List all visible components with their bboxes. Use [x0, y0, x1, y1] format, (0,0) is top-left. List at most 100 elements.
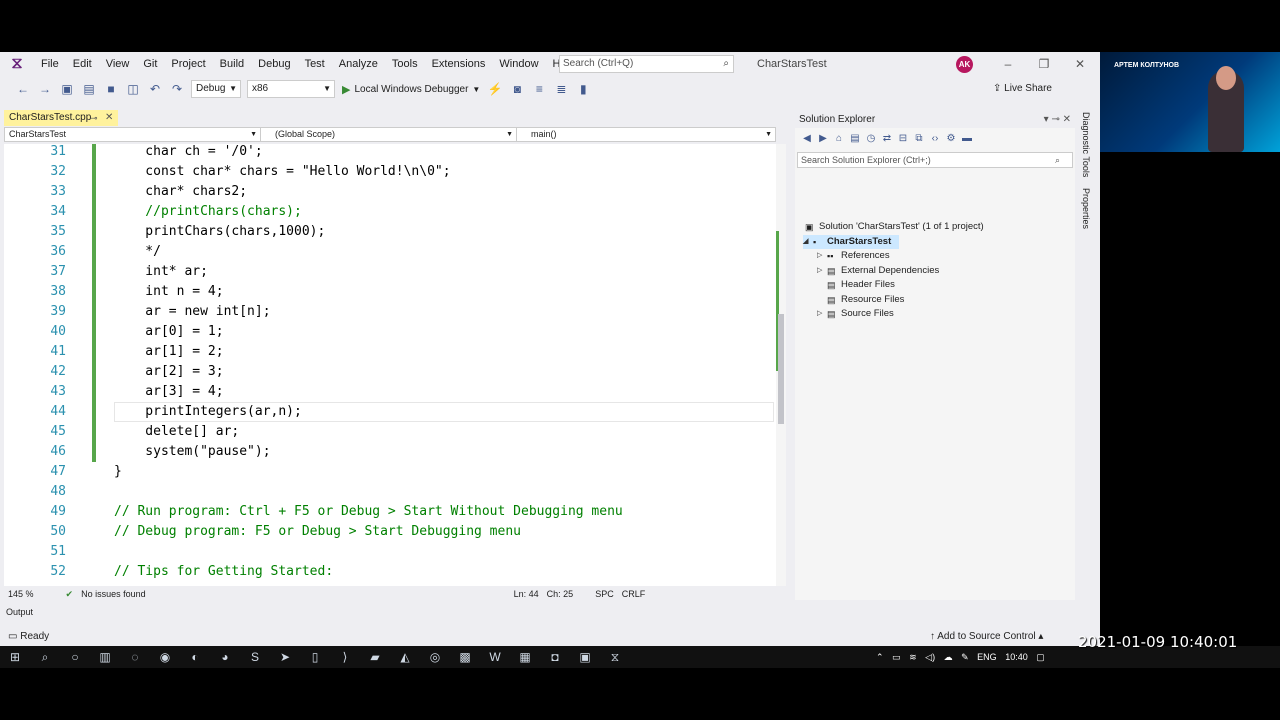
whitespace-mode[interactable]: SPC — [595, 589, 614, 599]
menu-view[interactable]: View — [99, 52, 137, 76]
menu-window[interactable]: Window — [492, 52, 545, 76]
line-ending[interactable]: CRLF — [622, 589, 646, 599]
forward-icon[interactable]: → — [36, 80, 54, 98]
new-project-icon[interactable]: ▣ — [58, 80, 76, 98]
code-line[interactable]: 40 ar[0] = 1; — [4, 322, 774, 342]
chevron-up-icon[interactable]: ⌃ — [876, 652, 884, 662]
tree-external-dependencies[interactable]: ▷ ▤ External Dependencies — [817, 264, 939, 278]
pen-icon[interactable]: ✎ — [961, 652, 969, 662]
scrollbar-thumb[interactable] — [778, 314, 784, 424]
code-line[interactable]: 35 printChars(chars,1000); — [4, 222, 774, 242]
tree-solution[interactable]: ▣ Solution 'CharStarsTest' (1 of 1 proje… — [805, 220, 984, 234]
app-icon[interactable]: ◌ — [120, 650, 150, 664]
code-line[interactable]: 49 // Run program: Ctrl + F5 or Debug > S… — [4, 502, 774, 522]
menu-project[interactable]: Project — [164, 52, 212, 76]
app-icon[interactable]: ▦ — [510, 650, 540, 664]
battery-icon[interactable]: ▭ — [892, 652, 901, 662]
language-indicator[interactable]: ENG — [977, 652, 997, 662]
tab-properties[interactable]: Properties — [1081, 188, 1091, 229]
menu-analyze[interactable]: Analyze — [332, 52, 385, 76]
skype-icon[interactable]: S — [240, 650, 270, 664]
history-icon[interactable]: ◷ — [864, 130, 878, 148]
code-line[interactable]: 46 system("pause"); — [4, 442, 774, 462]
menu-build[interactable]: Build — [213, 52, 251, 76]
minimize-icon[interactable]: – — [990, 52, 1026, 76]
app-icon[interactable]: ◭ — [390, 650, 420, 664]
code-line[interactable]: 51 — [4, 542, 774, 562]
back-icon[interactable]: ← — [14, 80, 32, 98]
code-line[interactable]: 50 // Debug program: F5 or Debug > Start … — [4, 522, 774, 542]
volume-icon[interactable]: ◁) — [925, 652, 935, 662]
menu-tools[interactable]: Tools — [385, 52, 425, 76]
vscode-icon[interactable]: ⟩ — [330, 650, 360, 664]
code-line[interactable]: 44 printIntegers(ar,n); — [4, 402, 774, 422]
redo-icon[interactable]: ↷ — [168, 80, 186, 98]
code-line[interactable]: 43 ar[3] = 4; — [4, 382, 774, 402]
cortana-icon[interactable]: ○ — [60, 650, 90, 664]
panel-controls-icon[interactable]: ▾ ⊸ ✕ — [1044, 112, 1071, 128]
screenshot-icon[interactable]: ◙ — [508, 80, 526, 98]
code-line[interactable]: 39 ar = new int[n]; — [4, 302, 774, 322]
search-icon[interactable]: ⌕ — [30, 650, 60, 665]
clock[interactable]: 10:40 — [1005, 652, 1028, 662]
menu-file[interactable]: File — [34, 52, 66, 76]
app-icon[interactable]: ◘ — [540, 650, 570, 664]
forward-icon[interactable]: ▶ — [816, 130, 830, 148]
code-line[interactable]: 31 char ch = '/0'; — [4, 144, 774, 162]
code-line[interactable]: 33 char* chars2; — [4, 182, 774, 202]
open-icon[interactable]: ▤ — [80, 80, 98, 98]
tab-charstarstest-cpp[interactable]: CharStarsTest.cpp ⊸ ✕ — [4, 110, 118, 126]
tree-resource-files[interactable]: ▤ Resource Files — [827, 293, 904, 307]
code-line[interactable]: 47} — [4, 462, 774, 482]
start-debugging-button[interactable]: ▶ Local Windows Debugger ▼ — [342, 83, 480, 96]
code-view-icon[interactable]: ‹› — [928, 130, 942, 148]
word-icon[interactable]: W — [480, 650, 510, 664]
menu-test[interactable]: Test — [298, 52, 332, 76]
menu-git[interactable]: Git — [136, 52, 164, 76]
menu-extensions[interactable]: Extensions — [425, 52, 493, 76]
configuration-dropdown[interactable]: Debug ▼ — [191, 80, 241, 98]
task-view-icon[interactable]: ▥ — [90, 650, 120, 664]
windows-start-icon[interactable]: ⊞ — [0, 650, 30, 664]
chrome-icon[interactable]: ◉ — [150, 650, 180, 664]
tab-diagnostic-tools[interactable]: Diagnostic Tools — [1081, 112, 1091, 177]
show-all-icon[interactable]: ⧉ — [912, 130, 926, 148]
edge-icon[interactable]: ◐ — [180, 650, 210, 664]
live-share-button[interactable]: ⇪ Live Share — [993, 76, 1052, 102]
add-to-source-control-button[interactable]: ↑ Add to Source Control ▴ — [930, 626, 1043, 648]
home-icon[interactable]: ⌂ — [832, 130, 846, 148]
avatar[interactable]: AK — [956, 56, 973, 73]
firefox-icon[interactable]: ◕ — [210, 650, 240, 664]
restore-icon[interactable]: ❐ — [1026, 52, 1062, 76]
telegram-icon[interactable]: ➤ — [270, 650, 300, 664]
scope-dropdown[interactable]: (Global Scope) ▼ — [261, 128, 517, 141]
solution-search-input[interactable]: Search Solution Explorer (Ctrl+;) ⌕ — [797, 152, 1073, 168]
code-line[interactable]: 48 — [4, 482, 774, 502]
issues-status[interactable]: No issues found — [81, 589, 146, 599]
vertical-scrollbar[interactable] — [776, 144, 786, 586]
undo-icon[interactable]: ↶ — [146, 80, 164, 98]
bookmark-icon[interactable]: ▮ — [574, 80, 592, 98]
explorer-folder-icon[interactable]: ▰ — [360, 650, 390, 664]
code-line[interactable]: 37 int* ar; — [4, 262, 774, 282]
app-icon[interactable]: ▣ — [570, 650, 600, 664]
code-line[interactable]: 45 delete[] ar; — [4, 422, 774, 442]
tree-references[interactable]: ▷ ▪▪ References — [817, 249, 890, 263]
pin-icon[interactable]: ⊸ — [90, 110, 98, 126]
code-line[interactable]: 42 ar[2] = 3; — [4, 362, 774, 382]
switch-views-icon[interactable]: ▤ — [848, 130, 862, 148]
platform-dropdown[interactable]: x86 ▼ — [247, 80, 335, 98]
preview-icon[interactable]: ▬ — [960, 130, 974, 148]
tab-output[interactable]: Output — [0, 605, 790, 619]
hot-reload-icon[interactable]: ⚡ — [486, 80, 504, 98]
properties-icon[interactable]: ⚙ — [944, 130, 958, 148]
member-dropdown[interactable]: main() ▼ — [517, 128, 775, 141]
uncomment-icon[interactable]: ≣ — [552, 80, 570, 98]
collapse-icon[interactable]: ⊟ — [896, 130, 910, 148]
chrome-icon[interactable]: ◎ — [420, 650, 450, 664]
code-line[interactable]: 32 const char* chars = "Hello World!\n\0… — [4, 162, 774, 182]
search-input[interactable]: Search (Ctrl+Q) ⌕ — [559, 55, 734, 73]
tree-header-files[interactable]: ▤ Header Files — [827, 278, 895, 292]
code-line[interactable]: 34 //printChars(chars); — [4, 202, 774, 222]
project-dropdown[interactable]: CharStarsTest ▼ — [5, 128, 261, 141]
